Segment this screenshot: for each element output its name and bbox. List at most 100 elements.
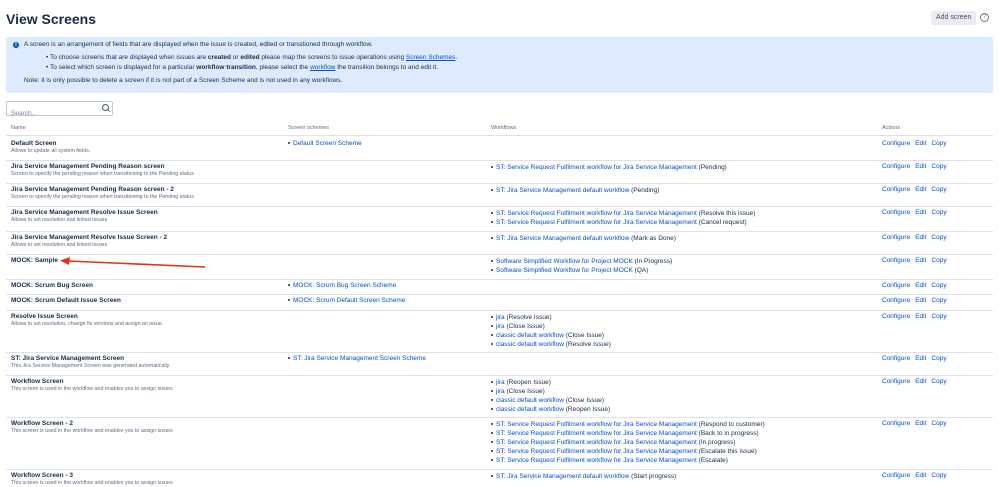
workflow-link[interactable]: ST: Service Request Fulfilment workflow … [496,439,697,446]
configure-link[interactable]: Configure [882,297,910,304]
configure-link[interactable]: Configure [882,209,910,216]
configure-link[interactable]: Configure [882,472,910,479]
copy-link[interactable]: Copy [931,282,946,289]
workflow-link[interactable]: ST: Jira Service Management default work… [496,235,629,242]
screen-name: Resolve Issue Screen [11,313,78,320]
add-screen-button[interactable]: Add screen [931,11,977,25]
edit-link[interactable]: Edit [915,472,926,479]
screen-scheme-link[interactable]: Default Screen Scheme [293,140,362,147]
workflow-link[interactable]: ST: Service Request Fulfilment workflow … [496,219,697,226]
workflow-list: ST: Jira Service Management default work… [491,186,659,195]
configure-link[interactable]: Configure [882,163,910,170]
copy-link[interactable]: Copy [931,257,946,264]
edit-link[interactable]: Edit [915,234,926,241]
copy-link[interactable]: Copy [931,186,946,193]
configure-link[interactable]: Configure [882,282,910,289]
search-box[interactable] [6,101,113,119]
search-input[interactable] [7,108,103,119]
copy-link[interactable]: Copy [931,472,946,479]
workflow-list: Software Simplified Workflow for Project… [491,257,672,275]
workflow-item: classic default workflow (Reopen Issue) [491,405,610,414]
configure-link[interactable]: Configure [882,355,910,362]
workflow-link[interactable]: ST: Service Request Fulfilment workflow … [496,164,697,171]
bullet [288,357,290,360]
screen-schemes-link[interactable]: Screen Schemes [406,54,456,61]
workflow-link[interactable]: ST: Jira Service Management default work… [496,187,629,194]
workflow-transition: (Close Issue) [504,323,545,330]
workflow-link[interactable]: ST: Service Request Fulfilment workflow … [496,421,697,428]
edit-link[interactable]: Edit [915,209,926,216]
info-bullet-2: • To select which screen is displayed fo… [46,64,439,71]
configure-link[interactable]: Configure [882,234,910,241]
screen-name: Workflow Screen [11,378,64,385]
workflow-transition: (In progress) [696,439,736,446]
workflow-link[interactable]: ST: Service Request Fulfilment workflow … [496,457,697,464]
row-divider [6,231,993,232]
configure-link[interactable]: Configure [882,378,910,385]
edit-link[interactable]: Edit [915,282,926,289]
configure-link[interactable]: Configure [882,257,910,264]
workflow-link[interactable]: ST: Jira Service Management default work… [496,473,629,480]
workflow-link[interactable]: ST: Service Request Fulfilment workflow … [496,448,697,455]
copy-link[interactable]: Copy [931,355,946,362]
help-icon[interactable]: ? [980,13,989,22]
bullet [491,189,493,192]
edit-link[interactable]: Edit [915,297,926,304]
workflow-link[interactable]: Software Simplified Workflow for Project… [496,267,633,274]
configure-link[interactable]: Configure [882,140,910,147]
copy-link[interactable]: Copy [931,234,946,241]
workflow-list: jira (Resolve Issue) jira (Close Issue) cl… [491,313,611,349]
workflow-link[interactable]: jira [496,323,505,330]
edit-link[interactable]: Edit [915,163,926,170]
configure-link[interactable]: Configure [882,186,910,193]
screen-scheme-link[interactable]: MOCK: Scrum Default Screen Scheme [293,297,405,304]
copy-link[interactable]: Copy [931,378,946,385]
bullet [491,343,493,346]
workflow-link[interactable]: Software Simplified Workflow for Project… [496,258,633,265]
workflow-link[interactable]: classic default workflow [496,341,564,348]
workflow-item: ST: Jira Service Management default work… [491,234,676,243]
edit-link[interactable]: Edit [915,186,926,193]
search-icon[interactable] [102,104,109,111]
workflow-link[interactable]: jira [496,388,505,395]
screen-description: This screen is used in the workflow and … [11,428,173,434]
screen-name: Jira Service Management Pending Reason s… [11,186,174,193]
workflow-link[interactable]: classic default workflow [496,406,564,413]
workflow-transition: (Cancel request) [696,219,747,226]
workflow-link[interactable]: ST: Service Request Fulfilment workflow … [496,430,697,437]
configure-link[interactable]: Configure [882,420,910,427]
bullet [491,381,493,384]
bullet [491,459,493,462]
screen-scheme-link[interactable]: MOCK: Scrum Bug Screen Scheme [293,282,396,289]
copy-link[interactable]: Copy [931,297,946,304]
workflow-link[interactable]: classic default workflow [496,397,564,404]
screen-name: MOCK: Scrum Bug Screen [11,282,93,289]
copy-link[interactable]: Copy [931,140,946,147]
workflow-link[interactable]: jira [496,379,505,386]
bullet [491,316,493,319]
bullet [491,441,493,444]
workflow-item: ST: Service Request Fulfilment workflow … [491,438,765,447]
copy-link[interactable]: Copy [931,313,946,320]
workflow-link[interactable]: ST: Service Request Fulfilment workflow … [496,210,697,217]
workflow-link[interactable]: workflow [310,64,335,71]
edit-link[interactable]: Edit [915,313,926,320]
edit-link[interactable]: Edit [915,355,926,362]
bullet [288,284,290,287]
workflow-item: Software Simplified Workflow for Project… [491,266,672,275]
configure-link[interactable]: Configure [882,313,910,320]
copy-link[interactable]: Copy [931,420,946,427]
row-actions: Configure Edit Copy [882,257,952,264]
screen-scheme-link[interactable]: ST: Jira Service Management Screen Schem… [293,355,426,362]
edit-link[interactable]: Edit [915,257,926,264]
workflow-link[interactable]: jira [496,314,505,321]
bullet [491,221,493,224]
edit-link[interactable]: Edit [915,378,926,385]
workflow-link[interactable]: classic default workflow [496,332,564,339]
edit-link[interactable]: Edit [915,420,926,427]
copy-link[interactable]: Copy [931,209,946,216]
workflow-transition: (Pending) [696,164,727,171]
copy-link[interactable]: Copy [931,163,946,170]
workflow-item: classic default workflow (Close Issue) [491,396,610,405]
edit-link[interactable]: Edit [915,140,926,147]
